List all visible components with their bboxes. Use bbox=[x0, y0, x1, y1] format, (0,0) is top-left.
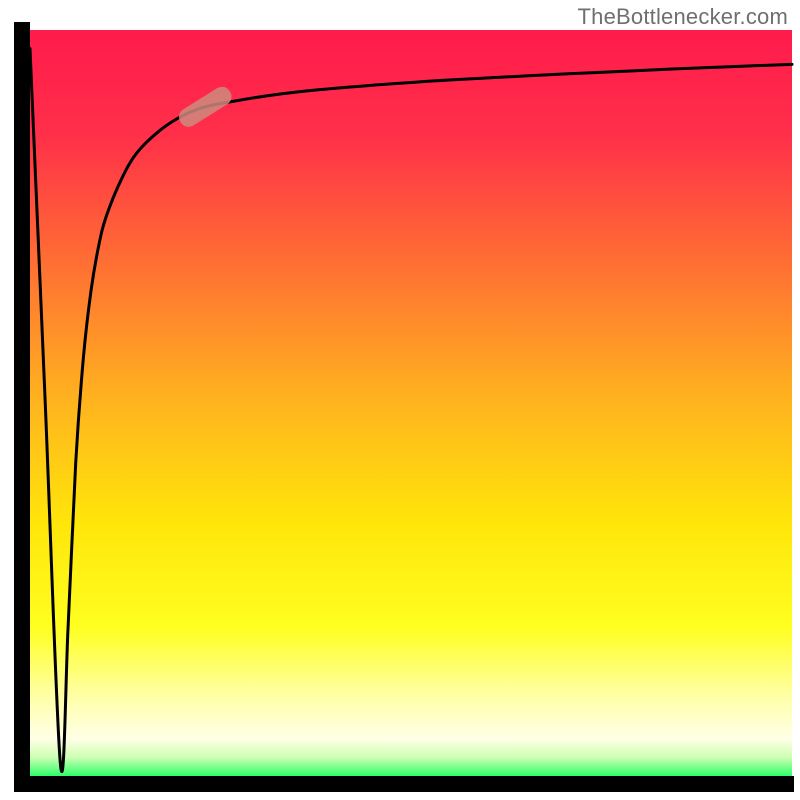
bottleneck-chart bbox=[0, 0, 800, 800]
watermark-text: TheBottlenecker.com bbox=[578, 4, 788, 30]
plot-gradient-background bbox=[30, 30, 792, 776]
